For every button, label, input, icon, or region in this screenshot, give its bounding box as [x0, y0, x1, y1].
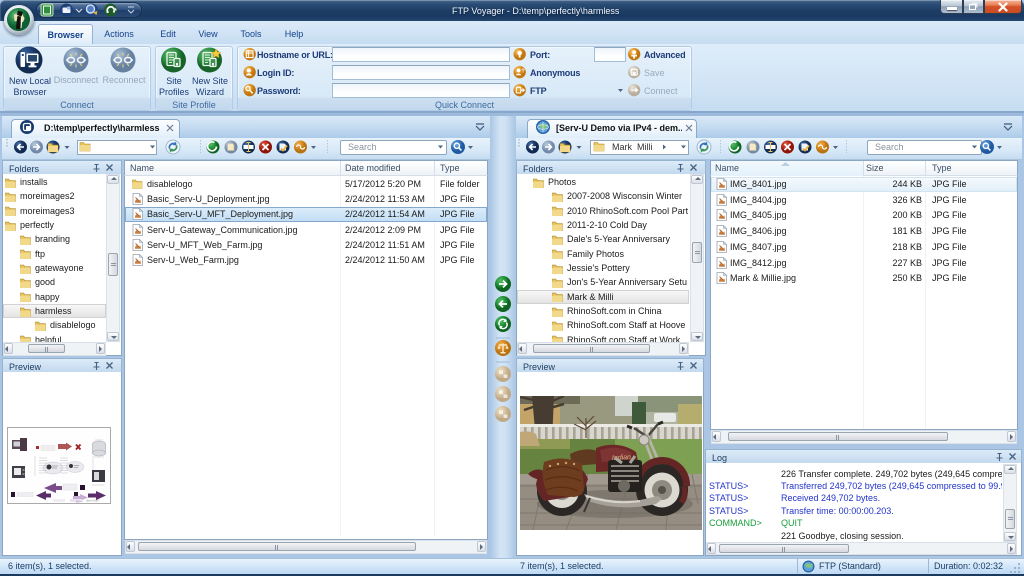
svg-text:Serv-U MFT: Serv-U MFT: [86, 500, 100, 503]
